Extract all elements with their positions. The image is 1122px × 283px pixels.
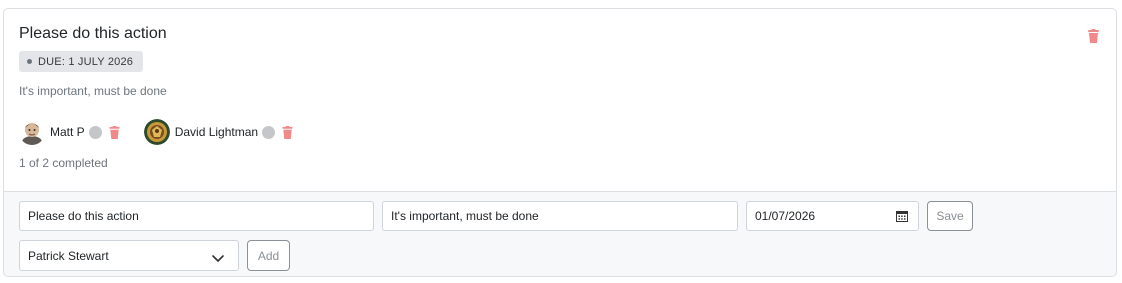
assignee-name: Matt P [50, 125, 85, 139]
due-date-input-value: 01/07/2026 [755, 209, 816, 223]
delete-action-trash-icon[interactable] [1088, 29, 1099, 43]
save-button[interactable]: Save [927, 201, 973, 231]
edit-form: Please do this action It's important, mu… [4, 191, 1116, 276]
completion-progress: 1 of 2 completed [19, 156, 108, 170]
remove-assignee-trash-icon[interactable] [109, 125, 120, 139]
assignee-list: Matt P David Lightman [19, 119, 307, 145]
add-assignee-button[interactable]: Add [247, 240, 290, 271]
assignee-select-value: Patrick Stewart [28, 248, 109, 263]
action-title: Please do this action [19, 25, 167, 42]
action-description: It's important, must be done [19, 84, 167, 98]
assignee-item: Matt P [19, 119, 120, 145]
assignee-status-toggle[interactable] [88, 125, 102, 139]
assignee-name: David Lightman [174, 125, 259, 139]
calendar-icon[interactable] [896, 210, 908, 225]
due-date-badge: DUE: 1 JULY 2026 [19, 51, 144, 72]
title-input[interactable]: Please do this action [19, 201, 374, 231]
description-input[interactable]: It's important, must be done [382, 201, 738, 231]
avatar [143, 119, 170, 145]
remove-assignee-trash-icon[interactable] [282, 125, 293, 139]
due-date-text: DUE: 1 JULY 2026 [38, 55, 134, 68]
action-summary: Please do this action DUE: 1 JULY 2026 I… [4, 9, 1116, 191]
due-date-input[interactable]: 01/07/2026 [746, 201, 919, 231]
action-card: Please do this action DUE: 1 JULY 2026 I… [3, 8, 1117, 277]
description-input-value: It's important, must be done [391, 209, 539, 223]
assignee-item: David Lightman [143, 119, 293, 145]
assignee-status-toggle[interactable] [262, 125, 276, 139]
assignee-select[interactable]: Patrick Stewart [19, 240, 239, 271]
avatar [19, 119, 45, 145]
chevron-down-icon [212, 252, 224, 266]
badge-dot-icon [27, 59, 32, 64]
title-input-value: Please do this action [28, 209, 139, 223]
